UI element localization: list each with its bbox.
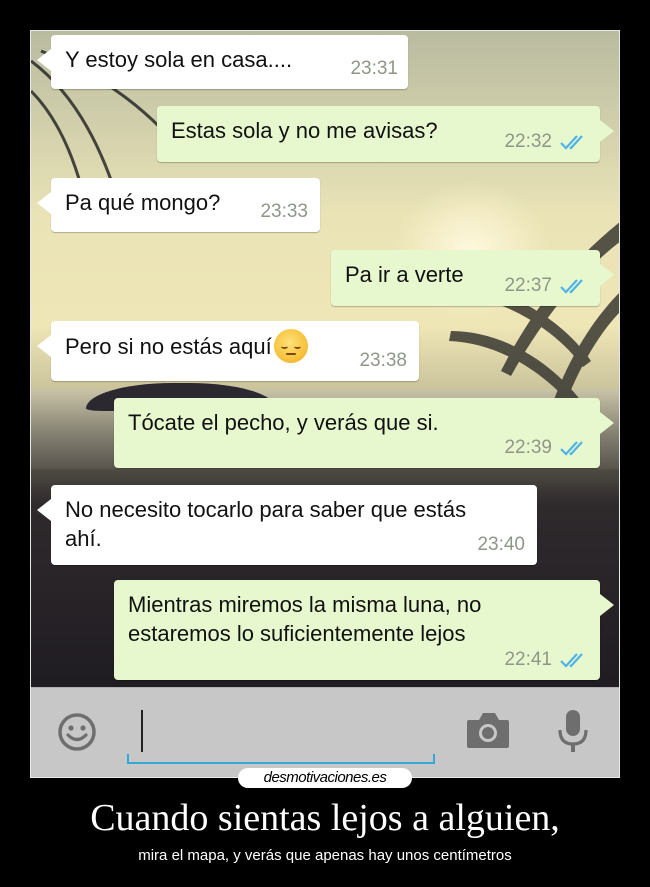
camera-icon[interactable] [465, 710, 511, 750]
smiley-icon[interactable] [57, 712, 97, 752]
chat-screenshot: Y estoy sola en casa.... 23:31 Estas sol… [30, 30, 620, 778]
message-outgoing[interactable]: Tócate el pecho, y verás que si. 22:39 [114, 398, 614, 468]
message-incoming[interactable]: No necesito tocarlo para saber que estás… [37, 485, 537, 565]
message-incoming[interactable]: Pa qué mongo? 23:33 [37, 178, 320, 232]
message-text: Pa ir a verte [345, 262, 464, 287]
message-incoming[interactable]: Pero si no estás aquí 23:38 [37, 321, 419, 381]
double-check-icon [560, 440, 583, 456]
message-text: Tócate el pecho, y verás que si. [128, 410, 439, 435]
poster-caption-subtitle: mira el mapa, y verás que apenas hay uno… [138, 847, 512, 864]
message-outgoing[interactable]: Pa ir a verte 22:37 [331, 250, 614, 306]
message-text: Pa qué mongo? [65, 190, 221, 215]
message-text: No necesito tocarlo para saber que estás… [65, 497, 467, 551]
message-text: Estas sola y no me avisas? [171, 118, 438, 143]
message-timestamp: 22:37 [504, 275, 552, 296]
message-text: Y estoy sola en casa.... [65, 47, 293, 72]
message-timestamp: 22:39 [504, 437, 552, 458]
message-timestamp: 22:41 [504, 649, 552, 670]
pensive-face-emoji [273, 329, 308, 363]
message-text: Mientras miremos la misma luna, no estar… [128, 592, 482, 646]
double-check-icon [560, 134, 583, 150]
message-timestamp: 23:40 [477, 534, 525, 555]
double-check-icon [560, 652, 583, 668]
message-timestamp: 22:32 [504, 131, 552, 152]
text-cursor [141, 710, 143, 752]
message-incoming[interactable]: Y estoy sola en casa.... 23:31 [37, 35, 408, 89]
message-text-input[interactable] [127, 708, 435, 764]
message-outgoing[interactable]: Estas sola y no me avisas? 22:32 [157, 106, 614, 162]
message-timestamp: 23:31 [350, 58, 398, 79]
message-text: Pero si no estás aquí [65, 333, 272, 359]
microphone-icon[interactable] [555, 708, 591, 756]
poster-caption-title: Cuando sientas lejos a alguien, [90, 797, 560, 839]
site-watermark: desmotivaciones.es [238, 768, 412, 788]
message-outgoing[interactable]: Mientras miremos la misma luna, no estar… [114, 580, 614, 680]
message-input-bar [31, 687, 619, 777]
message-timestamp: 23:33 [260, 201, 308, 222]
message-timestamp: 23:38 [359, 350, 407, 371]
double-check-icon [560, 278, 583, 294]
